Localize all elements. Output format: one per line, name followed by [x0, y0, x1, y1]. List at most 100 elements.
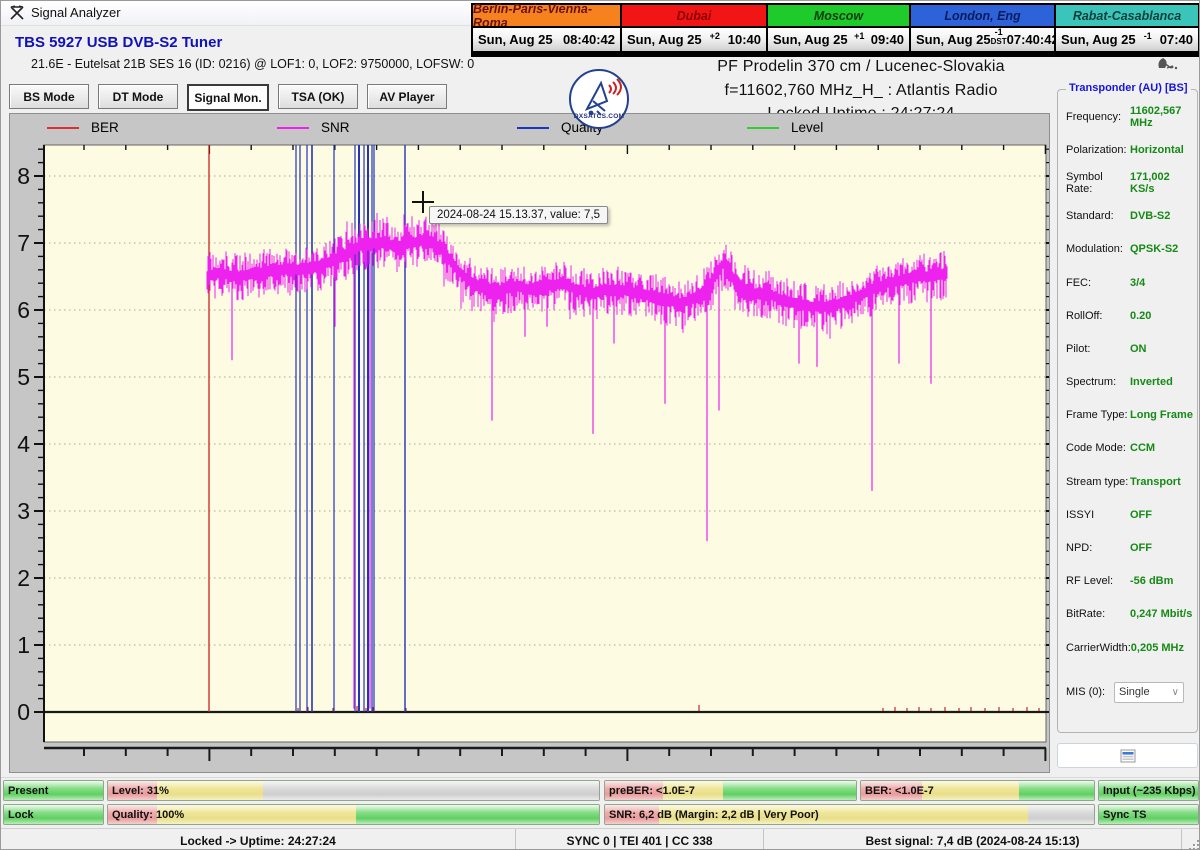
- bar-segment-green: [356, 805, 599, 824]
- transponder-value: OFF: [1130, 542, 1152, 554]
- transponder-value: Horizontal: [1130, 144, 1184, 156]
- mis-dropdown[interactable]: Single∨: [1114, 682, 1184, 703]
- tab-av-player[interactable]: AV Player: [367, 84, 447, 109]
- transponder-row: Code Mode:CCM: [1066, 432, 1193, 465]
- transponder-row: Frequency:11602,567 MHz: [1066, 100, 1193, 133]
- transponder-row: Frame Type:Long Frame: [1066, 399, 1193, 432]
- transponder-row: Standard:DVB-S2: [1066, 200, 1193, 233]
- transponder-value: ON: [1130, 343, 1147, 355]
- transponder-label: RollOff:: [1066, 310, 1130, 322]
- transponder-title: Transponder (AU) [BS]: [1066, 82, 1191, 94]
- transponder-row: RollOff:0.20: [1066, 299, 1193, 332]
- transponder-row: BitRate:0,247 Mbit/s: [1066, 598, 1193, 631]
- transponder-row: FEC:3/4: [1066, 266, 1193, 299]
- transponder-label: Standard:: [1066, 210, 1130, 222]
- clock-city: London, Eng: [911, 5, 1054, 26]
- y-tick-label: 2: [17, 565, 30, 591]
- tab-dt-mode[interactable]: DT Mode: [98, 84, 178, 109]
- quality-bar-label: Quality: 100%: [112, 809, 184, 821]
- transponder-label: CarrierWidth:: [1066, 642, 1131, 654]
- transponder-value: 0,205 MHz: [1131, 642, 1184, 654]
- mis-row: MIS (0):Single∨: [1066, 670, 1193, 714]
- resize-grip[interactable]: [1186, 837, 1199, 850]
- transponder-label: NPD:: [1066, 542, 1130, 554]
- transponder-value: Inverted: [1130, 376, 1173, 388]
- syncts-bar: Sync TS: [1098, 804, 1199, 825]
- list-icon: [1120, 749, 1136, 763]
- clock-utc-offset: -1DST: [991, 28, 1007, 44]
- clock-time: 07:40: [1160, 32, 1193, 47]
- preber-bar: preBER: <1.0E-7: [604, 780, 857, 801]
- snr-bar-label: SNR: 6,2 dB (Margin: 2,2 dB | Very Poor): [609, 809, 819, 821]
- syncts-bar-label: Sync TS: [1103, 809, 1146, 821]
- transponder-value: QPSK-S2: [1130, 243, 1178, 255]
- level-bar: Level: 31%: [107, 780, 600, 801]
- clock-time-row: Sun, Aug 2508:40:42: [473, 26, 620, 51]
- transponder-label: Pilot:: [1066, 343, 1130, 355]
- y-tick-label: 7: [17, 230, 30, 256]
- clock-date: Sun, Aug 25: [478, 32, 553, 47]
- transponder-groupbox: Transponder (AU) [BS] Frequency:11602,56…: [1057, 89, 1198, 733]
- quality-bar: Quality: 100%: [107, 804, 600, 825]
- bar-segment-yellow: [922, 781, 1020, 800]
- input-bar-label: Input (~235 Kbps): [1103, 785, 1196, 797]
- app-antenna-icon: [9, 5, 25, 26]
- snr-bar: SNR: 6,2 dB (Margin: 2,2 dB | Very Poor): [604, 804, 1095, 825]
- satellite-dish-icon: [1153, 55, 1179, 76]
- transponder-label: Spectrum:: [1066, 376, 1130, 388]
- ber-bar-label: BER: <1.0E-7: [865, 785, 934, 797]
- transponder-value: 171,002 KS/s: [1130, 171, 1193, 195]
- transponder-label: Modulation:: [1066, 243, 1130, 255]
- clock-city: Berlin-Paris-Vienna-Roma: [473, 5, 620, 26]
- input-bar: Input (~235 Kbps): [1098, 780, 1199, 801]
- transponder-value: CCM: [1130, 442, 1155, 454]
- mis-label: MIS (0):: [1066, 686, 1112, 698]
- bar-segment-green: [723, 781, 856, 800]
- chevron-down-icon: ∨: [1172, 687, 1179, 698]
- lock-bar: Lock: [3, 804, 104, 825]
- transponder-label: Frequency:: [1066, 111, 1130, 123]
- mode-tab-row: BS Mode DT Mode Signal Mon. TSA (OK) AV Play…: [9, 84, 447, 111]
- clock-time-row: Sun, Aug 25+109:40: [768, 26, 909, 51]
- clock-time: 10:40: [728, 32, 761, 47]
- clock-city: Moscow: [768, 5, 909, 26]
- world-clocks-table: Berlin-Paris-Vienna-RomaSun, Aug 2508:40…: [471, 3, 1200, 57]
- transponder-row: Symbol Rate:171,002 KS/s: [1066, 166, 1193, 199]
- tab-bs-mode[interactable]: BS Mode: [9, 84, 89, 109]
- transponder-label: ISSYI: [1066, 509, 1130, 521]
- transponder-label: FEC:: [1066, 277, 1130, 289]
- clock-time-row: Sun, Aug 25+210:40: [622, 26, 766, 51]
- clock-city: Rabat-Casablanca: [1056, 5, 1198, 26]
- transponder-label: Symbol Rate:: [1066, 171, 1130, 195]
- transponder-value: DVB-S2: [1130, 210, 1170, 222]
- clock-column: London, EngSun, Aug 25-1DST07:40:42: [911, 5, 1054, 55]
- transponder-value: Transport: [1130, 476, 1181, 488]
- y-tick-label: 8: [17, 163, 30, 189]
- clock-column: DubaiSun, Aug 25+210:40: [622, 5, 766, 55]
- clock-date: Sun, Aug 25: [773, 32, 848, 47]
- transponder-rows: Frequency:11602,567 MHzPolarization:Hori…: [1066, 100, 1193, 714]
- status-bar: Locked -> Uptime: 24:27:24SYNC 0 | TEI 4…: [1, 828, 1200, 850]
- stream-list-button[interactable]: [1057, 743, 1198, 768]
- dxsatcs-logo: DXSATCS.COM: [569, 69, 629, 129]
- tab-tsa-ok[interactable]: TSA (OK): [278, 84, 358, 109]
- dxsatcs-logo-text: DXSATCS.COM: [571, 113, 627, 120]
- clock-date: Sun, Aug 25: [916, 32, 991, 47]
- y-tick-label: 6: [17, 297, 30, 323]
- clock-column: Rabat-CasablancaSun, Aug 25-107:40: [1056, 5, 1198, 55]
- transponder-value: 11602,567 MHz: [1130, 105, 1193, 129]
- clock-column: MoscowSun, Aug 25+109:40: [768, 5, 909, 55]
- status-segment-2: Best signal: 7,4 dB (2024-08-24 15:13): [764, 829, 1182, 850]
- y-tick-label: 3: [17, 498, 30, 524]
- clock-column: Berlin-Paris-Vienna-RomaSun, Aug 2508:40…: [473, 5, 620, 55]
- y-tick-label: 4: [17, 431, 30, 457]
- lock-bar-label: Lock: [8, 809, 34, 821]
- tab-signal-mon[interactable]: Signal Mon.: [187, 84, 269, 111]
- antenna-location-title: PF Prodelin 370 cm / Lucenec-Slovakia: [581, 58, 1141, 76]
- transponder-row: Spectrum:Inverted: [1066, 366, 1193, 399]
- y-tick-label: 0: [17, 699, 30, 725]
- transponder-value: Long Frame: [1130, 409, 1193, 421]
- transponder-label: Frame Type:: [1066, 409, 1130, 421]
- transponder-value: 3/4: [1130, 277, 1145, 289]
- signal-monitor-chart-panel: BERSNRQualityLevel 012345678 2024-08-24 …: [9, 113, 1050, 773]
